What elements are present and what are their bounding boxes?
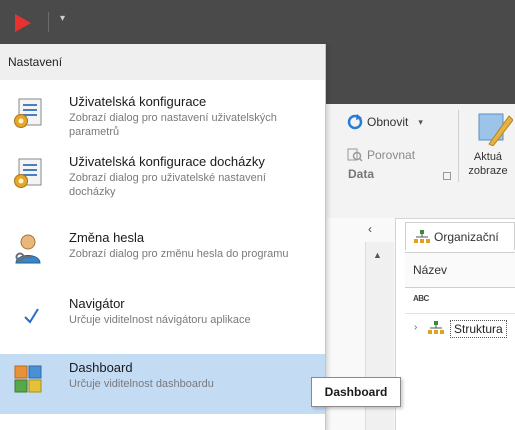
tooltip: Dashboard — [311, 377, 401, 407]
ribbon-group-label: Data — [348, 167, 375, 181]
menu-item-user-config[interactable]: Uživatelská konfigurace Zobrazí dialog p… — [0, 88, 325, 148]
user-key-icon — [15, 234, 41, 264]
compare-button[interactable]: Porovnat — [347, 147, 415, 163]
org-chart-icon — [414, 229, 430, 243]
menu-item-title: Dashboard — [69, 360, 133, 375]
menu-item-navigator[interactable]: Navigátor Určuje viditelnost návigátoru … — [0, 290, 325, 350]
ribbon-tab-strip — [325, 44, 515, 104]
play-icon[interactable] — [14, 14, 32, 32]
menu-item-title: Změna hesla — [69, 230, 145, 245]
tab-organizational[interactable]: Organizační — [405, 222, 515, 250]
menu-item-change-password[interactable]: Změna hesla Zobrazí dialog pro změnu hes… — [0, 224, 325, 284]
quick-access-dropdown-icon[interactable]: ▾ — [60, 13, 65, 24]
grid-column-header[interactable]: Název — [405, 252, 515, 288]
menu-item-description: Určuje viditelnost dashboardu — [69, 378, 214, 390]
chevron-right-icon[interactable]: › — [414, 322, 417, 333]
compare-label: Porovnat — [367, 148, 416, 162]
menu-item-title: Navigátor — [69, 296, 125, 311]
menu-item-description: Určuje viditelnost návigátoru aplikace — [69, 314, 251, 326]
menu-header: Nastavení — [0, 44, 325, 80]
menu-item-title: Uživatelská konfigurace docházky — [69, 154, 265, 169]
menu-item-title: Uživatelská konfigurace — [69, 94, 207, 109]
org-chart-icon — [428, 321, 444, 334]
title-bar: ▾ — [0, 0, 515, 44]
menu-item-dashboard[interactable]: Dashboard Určuje viditelnost dashboardu — [0, 354, 325, 414]
settings-menu: Nastavení Uživatelská konfigurace Zobraz… — [0, 44, 326, 430]
collapse-panel-icon[interactable]: ‹ — [368, 222, 372, 236]
menu-item-attendance-config[interactable]: Uživatelská konfigurace docházky Zobrazí… — [0, 148, 325, 208]
compare-icon — [347, 148, 363, 162]
ribbon: Obnovit ▾ Porovnat Data Aktuá zobraze — [325, 104, 515, 219]
scroll-up-icon[interactable]: ▲ — [373, 250, 382, 260]
refresh-label: Obnovit — [367, 115, 409, 129]
text-filter-icon[interactable]: ABC — [413, 294, 429, 303]
menu-item-description: Zobrazí dialog pro uživatelské nastavení… — [69, 172, 266, 198]
current-view-icon[interactable] — [475, 110, 513, 146]
menu-item-description: Zobrazí dialog pro nastavení uživatelský… — [69, 112, 277, 138]
chevron-down-icon[interactable]: ▾ — [418, 117, 423, 128]
column-header-name: Název — [413, 263, 448, 277]
group-launcher-icon[interactable] — [443, 172, 451, 180]
filter-row[interactable]: ABC — [405, 287, 515, 314]
current-view-label: Aktuá zobraze — [468, 151, 508, 177]
titlebar-separator — [48, 12, 49, 32]
refresh-button[interactable]: Obnovit ▾ — [347, 114, 423, 130]
table-row[interactable]: › Struktura — [405, 316, 515, 342]
menu-item-description: Zobrazí dialog pro změnu hesla do progra… — [69, 248, 289, 260]
user-config-icon — [14, 98, 42, 128]
attendance-config-icon — [14, 158, 42, 188]
checkmark-icon — [24, 308, 39, 324]
dashboard-icon — [14, 365, 42, 393]
refresh-icon — [347, 114, 363, 130]
tab-label: Organizační — [434, 229, 499, 244]
tree-row-label: Struktura — [450, 320, 507, 338]
